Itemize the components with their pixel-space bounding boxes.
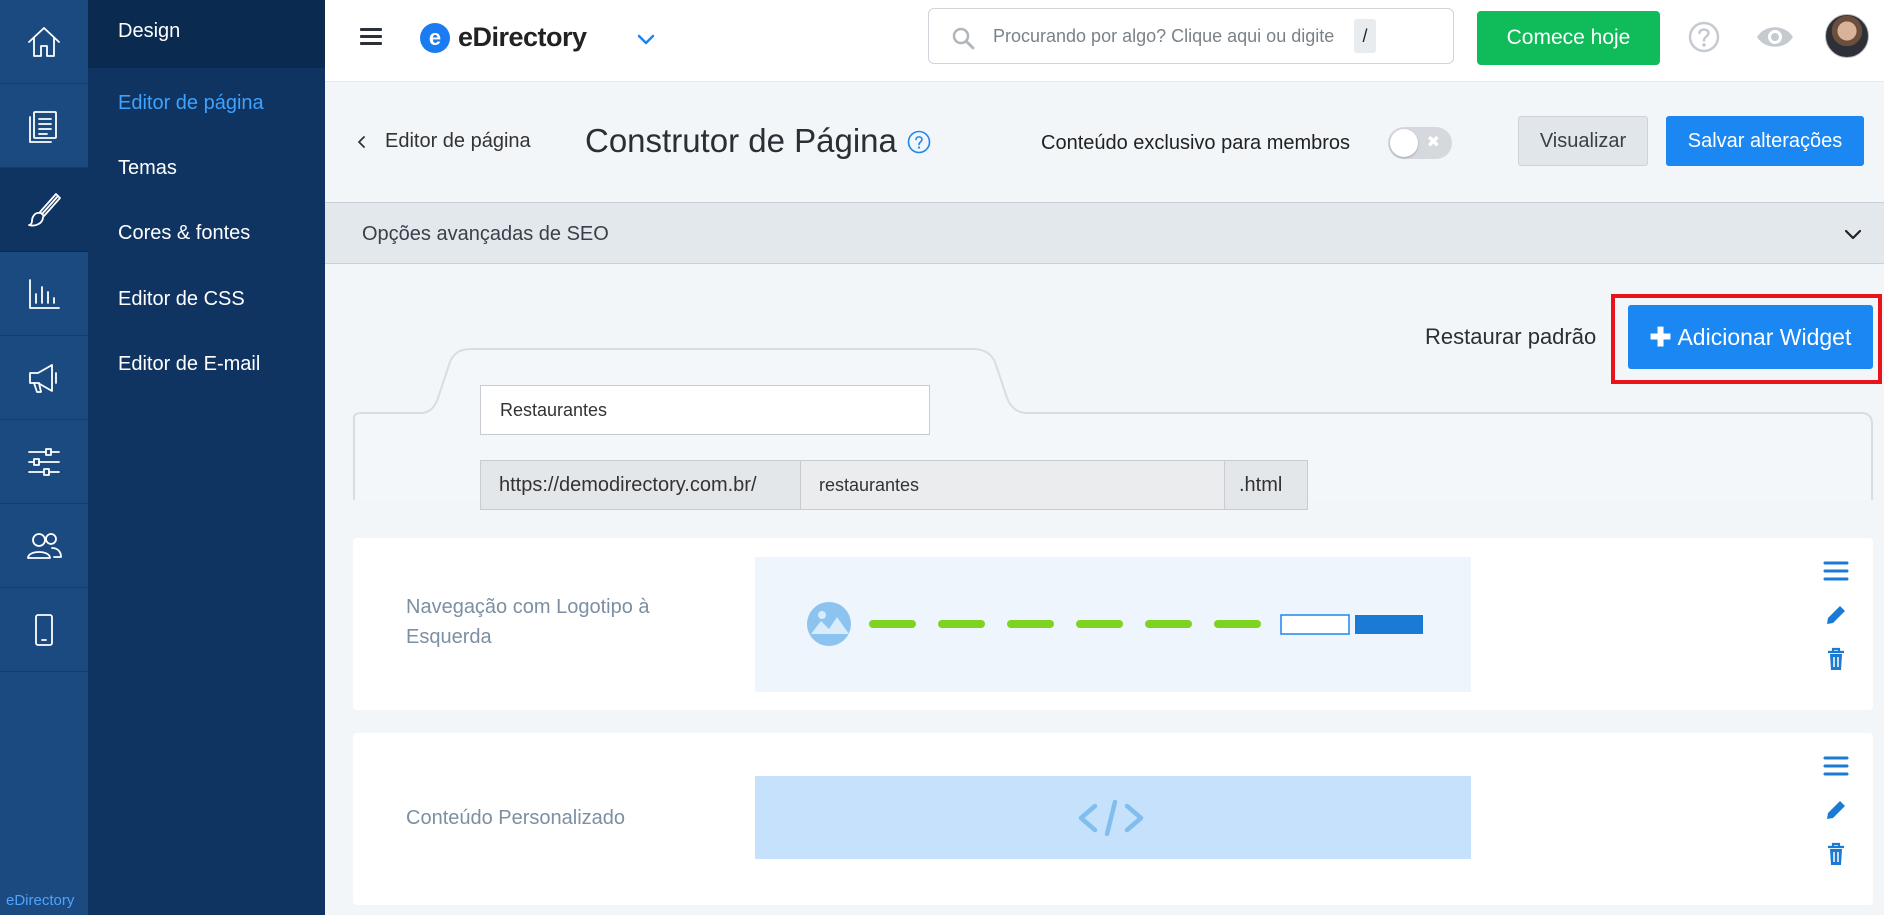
chevron-down-icon [1844, 229, 1862, 240]
marketing-icon [29, 363, 57, 393]
eye-icon[interactable] [1755, 22, 1795, 52]
help-icon[interactable] [907, 130, 931, 154]
chevron-down-icon[interactable] [635, 28, 657, 50]
settings-icon [28, 447, 60, 476]
widget-actions [1823, 753, 1849, 885]
mobile-icon [35, 613, 53, 646]
rail-item-reports[interactable] [0, 252, 88, 336]
reorder-icon[interactable] [1823, 753, 1849, 779]
rail-item-marketing[interactable] [0, 336, 88, 420]
url-slug-input[interactable] [801, 461, 1225, 509]
custom-code-preview[interactable] [755, 776, 1471, 859]
preview-button[interactable]: Visualizar [1518, 116, 1648, 166]
widget-actions [1823, 558, 1849, 690]
rail-item-home[interactable] [0, 0, 88, 84]
home-icon [28, 26, 60, 57]
help-icon[interactable] [1687, 20, 1721, 54]
logo-placeholder-icon [807, 602, 851, 646]
icon-rail: eDirectory [0, 0, 88, 915]
trash-icon[interactable] [1823, 841, 1849, 867]
page-title: Construtor de Página [585, 122, 897, 159]
users-icon [27, 532, 62, 559]
rail-item-design[interactable] [0, 168, 88, 252]
top-bar: e eDirectory / Comece hoje [325, 0, 1884, 82]
rail-item-users[interactable] [0, 504, 88, 588]
design-submenu: Design Editor de página Temas Cores & fo… [88, 0, 325, 915]
submenu-item-email-editor[interactable]: Editor de E-mail [118, 353, 260, 376]
submenu-title: Design [88, 0, 325, 68]
logo-mark: e [420, 22, 450, 53]
page-url-field: https://demodirectory.com.br/ .html [480, 460, 1308, 510]
submenu-item-css-editor[interactable]: Editor de CSS [118, 288, 245, 311]
save-changes-button[interactable]: Salvar alterações [1666, 116, 1864, 166]
url-prefix: https://demodirectory.com.br/ [481, 461, 801, 509]
hamburger-icon[interactable] [360, 28, 382, 46]
widget-label: Conteúdo Personalizado [406, 807, 626, 829]
page-name-input[interactable] [480, 385, 930, 435]
get-started-button[interactable]: Comece hoje [1477, 11, 1660, 65]
page-header: Editor de página Construtor de Página Co… [325, 82, 1884, 202]
rail-item-settings[interactable] [0, 420, 88, 504]
search-shortcut-key: / [1354, 19, 1376, 53]
content-icon [29, 110, 57, 143]
trash-icon[interactable] [1823, 646, 1849, 672]
search-box[interactable]: / [928, 8, 1454, 64]
chevron-left-icon [358, 135, 365, 148]
rail-item-content[interactable] [0, 84, 88, 168]
rail-brand: eDirectory [6, 892, 75, 909]
design-icon [28, 192, 61, 226]
widget-label: Navegação com Logotipo à Esquerda [406, 596, 650, 648]
members-only-toggle[interactable]: ✖ [1388, 127, 1452, 159]
widget-card-custom-content: Conteúdo Personalizado [353, 733, 1873, 905]
rail-item-mobile[interactable] [0, 588, 88, 672]
back-link-label: Editor de página [385, 130, 531, 152]
close-icon: ✖ [1426, 134, 1440, 151]
submenu-item-colors-fonts[interactable]: Cores & fontes [118, 222, 250, 245]
members-only-label: Conteúdo exclusivo para membros [1041, 132, 1351, 154]
submenu-item-page-editor[interactable]: Editor de página [118, 92, 264, 115]
search-input[interactable] [993, 21, 1363, 51]
widget-card-navigation: Navegação com Logotipo à Esquerda [353, 538, 1873, 710]
reports-icon [29, 278, 60, 309]
seo-options-label: Opções avançadas de SEO [362, 223, 609, 245]
add-widget-label: Adicionar Widget [1677, 323, 1852, 350]
logo-text: eDirectory [458, 22, 587, 52]
avatar[interactable] [1825, 14, 1869, 58]
logo[interactable]: e eDirectory [420, 22, 587, 53]
edit-pencil-icon[interactable] [1823, 602, 1849, 628]
seo-options-accordion[interactable]: Opções avançadas de SEO [325, 202, 1884, 264]
reorder-icon[interactable] [1823, 558, 1849, 584]
navigation-preview[interactable] [755, 557, 1471, 692]
url-suffix: .html [1225, 461, 1307, 509]
restore-default-button[interactable]: Restaurar padrão [1425, 324, 1596, 350]
toggle-knob [1390, 129, 1418, 157]
edit-pencil-icon[interactable] [1823, 797, 1849, 823]
submenu-item-themes[interactable]: Temas [118, 157, 177, 180]
search-icon [952, 27, 975, 50]
back-link[interactable]: Editor de página [355, 130, 531, 153]
